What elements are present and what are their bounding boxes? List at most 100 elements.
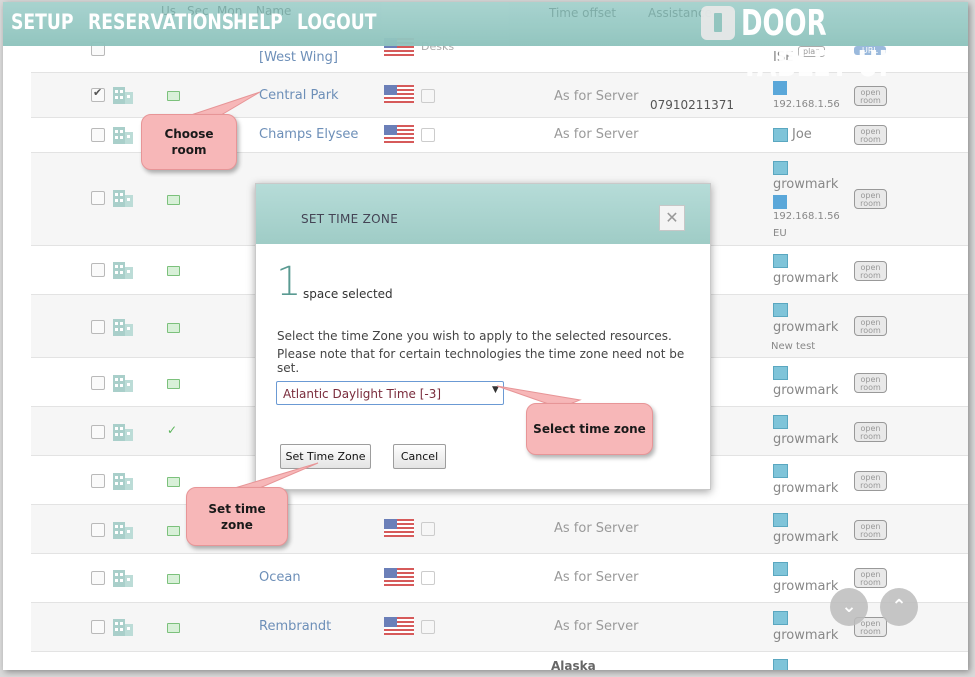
row-checkbox[interactable]: [91, 128, 105, 142]
building-icon: [113, 87, 133, 104]
row-checkbox[interactable]: [91, 523, 105, 537]
film-icon: [773, 366, 788, 380]
room-name-link[interactable]: Rembrandt: [259, 619, 331, 634]
security-icon: [167, 574, 180, 584]
row-checkbox[interactable]: [91, 320, 105, 334]
open-room-button[interactable]: open room: [854, 373, 887, 393]
film-icon: [773, 415, 788, 429]
us-flag-icon: [384, 85, 414, 103]
check-icon: ✓: [167, 423, 178, 437]
open-room-button[interactable]: open room: [854, 471, 887, 491]
building-icon: [113, 424, 133, 441]
scroll-down-button[interactable]: ⌄: [830, 588, 868, 626]
device-name: Joe: [792, 127, 812, 142]
callout-set-time-zone: Set time zone: [186, 487, 288, 546]
row-option-checkbox[interactable]: [421, 571, 435, 585]
us-flag-icon: [384, 568, 414, 586]
row-option-checkbox[interactable]: [421, 522, 435, 536]
app-window: [West Wing] Desks ISE plan URL Central P…: [3, 2, 968, 670]
building-icon: [113, 375, 133, 392]
film-icon: [773, 611, 788, 625]
room-name-link[interactable]: Central Park: [259, 88, 339, 103]
selected-count-label: space selected: [303, 287, 393, 301]
device-name: growmark: [773, 320, 839, 335]
row-checkbox[interactable]: [91, 376, 105, 390]
open-room-button[interactable]: open room: [854, 316, 887, 336]
film-icon: [773, 254, 788, 268]
dialog-header: SET TIME ZONE ✕: [256, 184, 710, 244]
open-room-button[interactable]: open room: [854, 568, 887, 588]
room-name-link[interactable]: Champs Elysee: [259, 127, 358, 142]
security-icon: [167, 266, 180, 276]
row-checkbox[interactable]: [91, 263, 105, 277]
top-nav-bar: Us Sec Mon Name Time offset Assistance S…: [3, 2, 968, 85]
film-icon: [773, 513, 788, 527]
building-icon: [113, 319, 133, 336]
selected-count: 1: [276, 259, 302, 305]
building-icon: [113, 262, 133, 279]
us-flag-icon: [384, 617, 414, 635]
room-name-link[interactable]: Ocean: [259, 570, 301, 585]
nav-help[interactable]: HELP: [233, 10, 283, 34]
open-room-button[interactable]: open room: [854, 520, 887, 540]
row-checkbox[interactable]: [91, 571, 105, 585]
device-name: growmark: [773, 628, 839, 643]
row-checkbox[interactable]: [91, 474, 105, 488]
device-name: growmark: [773, 481, 839, 496]
close-icon[interactable]: ✕: [659, 205, 685, 231]
open-room-button[interactable]: open room: [854, 422, 887, 442]
device-region: EU: [773, 228, 787, 239]
set-time-zone-button[interactable]: Set Time Zone: [280, 444, 371, 469]
building-icon: [113, 570, 133, 587]
film-icon: [773, 464, 788, 478]
row-option-checkbox[interactable]: [421, 128, 435, 142]
room-name-link[interactable]: [West Wing]: [259, 50, 338, 65]
time-offset: As for Server: [554, 619, 639, 634]
time-offset: As for Server: [554, 570, 639, 585]
row-checkbox[interactable]: [91, 620, 105, 634]
security-icon: [167, 477, 180, 487]
building-icon: [113, 522, 133, 539]
column-header-time-offset: Time offset: [549, 6, 617, 20]
row-checkbox[interactable]: [91, 86, 105, 102]
dialog-instruction: Select the time Zone you wish to apply t…: [277, 329, 672, 343]
device-name: growmark: [773, 579, 839, 594]
door-logo-icon: [701, 6, 735, 40]
device-ip: 192.168.1.56: [773, 99, 840, 110]
time-offset: As for Server: [554, 521, 639, 536]
app-logo-text: DOOR TABLET UI: [741, 3, 889, 85]
film-icon: [773, 659, 788, 670]
row-checkbox[interactable]: [91, 425, 105, 439]
row-checkbox[interactable]: [91, 191, 105, 205]
open-room-button[interactable]: open room: [854, 86, 887, 106]
open-room-button[interactable]: open room: [854, 189, 887, 209]
nav-reservations[interactable]: RESERVATIONS: [88, 10, 234, 34]
security-icon: [167, 379, 180, 389]
film-icon: [773, 128, 788, 142]
time-zone-select[interactable]: Atlantic Daylight Time [-3] ▼: [276, 381, 504, 405]
row-option-checkbox[interactable]: [421, 620, 435, 634]
film-icon: [773, 303, 788, 317]
device-name: growmark: [773, 432, 839, 447]
building-icon: [113, 619, 133, 636]
device-name: growmark: [773, 530, 839, 545]
device-name: growmark: [773, 177, 839, 192]
dialog-note: Please note that for certain technologie…: [277, 347, 685, 375]
dialog-title: SET TIME ZONE: [301, 212, 399, 226]
film-icon: [773, 161, 788, 175]
security-icon: [167, 195, 180, 205]
security-icon: [167, 323, 180, 333]
open-room-button[interactable]: open room: [854, 125, 887, 145]
scroll-up-button[interactable]: ⌃: [880, 588, 918, 626]
nav-setup[interactable]: SETUP: [11, 10, 74, 34]
cancel-button[interactable]: Cancel: [393, 444, 446, 469]
table-row: Rembrandt As for Server growmark open ro…: [31, 603, 968, 652]
building-icon: [113, 190, 133, 207]
nav-logout[interactable]: LOGOUT: [297, 10, 377, 34]
us-flag-icon: [384, 519, 414, 537]
device-unit-icon: [773, 195, 787, 209]
open-room-button[interactable]: open room: [854, 261, 887, 281]
row-option-checkbox[interactable]: [421, 89, 435, 103]
security-icon: [167, 623, 180, 633]
dropdown-arrow-icon: ▼: [492, 385, 499, 395]
